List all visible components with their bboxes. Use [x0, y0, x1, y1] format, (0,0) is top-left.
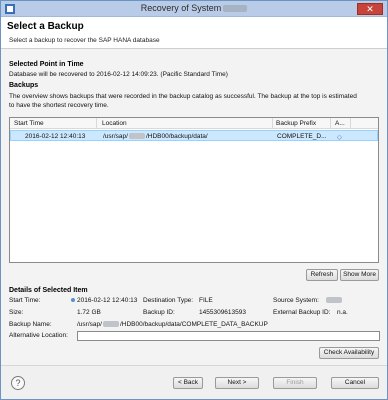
- backup-name-label: Backup Name:: [9, 321, 52, 328]
- back-button[interactable]: < Back: [173, 377, 203, 389]
- availability-icon: ◇: [337, 134, 342, 141]
- page-title: Select a Backup: [7, 21, 84, 32]
- wizard-header: Select a Backup Select a backup to recov…: [1, 17, 387, 49]
- redacted-source-system: [326, 297, 342, 304]
- destination-type-value: FILE: [199, 297, 213, 304]
- size-value: 1.72 GB: [77, 309, 101, 316]
- wizard-footer: ? < Back Next > Finish Cancel: [1, 365, 387, 399]
- title-bar: Recovery of System ✕: [1, 1, 387, 17]
- external-backup-id-value: n.a.: [337, 309, 348, 316]
- column-start-time[interactable]: Start Time: [14, 120, 44, 127]
- details-heading: Details of Selected Item: [9, 287, 88, 294]
- backups-table[interactable]: Start Time Location Backup Prefix A... 2…: [9, 117, 379, 263]
- page-subtitle: Select a backup to recover the SAP HANA …: [9, 37, 160, 44]
- row-start-time: 2016-02-12 12:40:13: [25, 133, 86, 140]
- column-backup-prefix[interactable]: Backup Prefix: [276, 120, 316, 127]
- backup-id-value: 1455309613593: [199, 309, 246, 316]
- cancel-button[interactable]: Cancel: [331, 377, 379, 389]
- window-title: Recovery of System: [1, 3, 387, 13]
- next-button[interactable]: Next >: [215, 377, 259, 389]
- external-backup-id-label: External Backup ID:: [273, 309, 331, 316]
- table-row[interactable]: 2016-02-12 12:40:13 /usr/sap//HDB00/back…: [10, 130, 378, 141]
- redacted-system-name: [223, 5, 248, 13]
- backups-description-line2: to have the shortest recovery time.: [9, 102, 109, 109]
- redacted-sid: [102, 321, 119, 328]
- backup-id-label: Backup ID:: [143, 309, 175, 316]
- alternative-location-label: Alternative Location:: [9, 332, 68, 339]
- help-icon[interactable]: ?: [11, 376, 25, 390]
- close-button[interactable]: ✕: [357, 3, 383, 15]
- destination-type-label: Destination Type:: [143, 297, 194, 304]
- recovery-dialog: Recovery of System ✕ Select a Backup Sel…: [0, 0, 388, 400]
- column-availability[interactable]: A...: [335, 120, 345, 127]
- column-location[interactable]: Location: [102, 120, 127, 127]
- finish-button[interactable]: Finish: [273, 377, 317, 389]
- row-backup-prefix: COMPLETE_D...: [277, 133, 327, 140]
- refresh-button[interactable]: Refresh: [306, 269, 338, 281]
- backups-description-line1: The overview shows backups that were rec…: [9, 93, 357, 100]
- point-in-time-text: Database will be recovered to 2016-02-12…: [9, 71, 228, 78]
- info-dot-icon: [71, 298, 75, 303]
- check-availability-button[interactable]: Check Availability: [319, 347, 379, 359]
- start-time-label: Start Time:: [9, 297, 41, 304]
- size-label: Size:: [9, 309, 24, 316]
- backups-heading: Backups: [9, 82, 39, 89]
- source-system-label: Source System:: [273, 297, 319, 304]
- redacted-sid: [128, 133, 145, 140]
- row-location: /usr/sap//HDB00/backup/data/: [103, 133, 208, 140]
- start-time-value: 2016-02-12 12:40:13: [71, 297, 137, 304]
- alternative-location-input[interactable]: [77, 331, 380, 341]
- show-more-button[interactable]: Show More: [340, 269, 379, 281]
- point-in-time-heading: Selected Point in Time: [9, 61, 84, 68]
- table-header: Start Time Location Backup Prefix A...: [10, 118, 378, 129]
- source-system-value: [325, 297, 343, 304]
- backup-name-value: /usr/sap//HDB00/backup/data/COMPLETE_DAT…: [77, 321, 268, 328]
